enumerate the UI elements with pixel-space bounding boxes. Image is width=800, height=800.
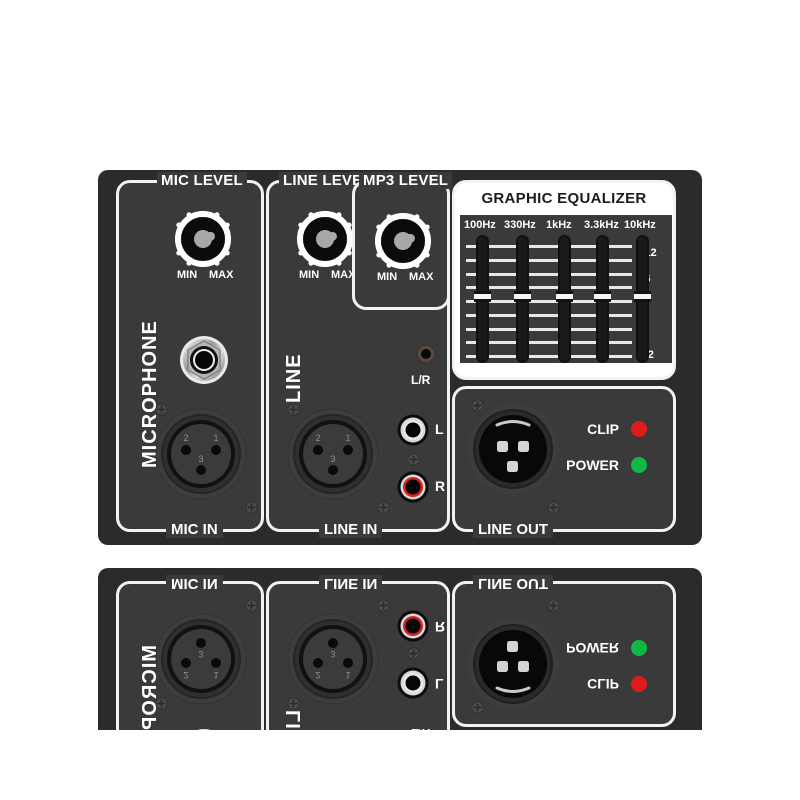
module-microphone-mirror: MIC LEVELMICROPHONE MINMAX xyxy=(116,575,264,730)
eq-freq-label-1: 330Hz xyxy=(504,219,536,231)
led-power xyxy=(631,457,647,473)
eq-freq-label-2: 1kHz xyxy=(546,219,572,231)
eq-freq-label-4: 10kHz xyxy=(624,219,656,231)
module-output-mirror: LINE OUT CLIP POWER xyxy=(452,575,676,727)
mic-trs-jack-mirror[interactable] xyxy=(179,728,229,730)
svg-text:2: 2 xyxy=(183,670,188,680)
equalizer-body: 100Hz330Hz1kHz3.3kHz10kHz+12+60-6-12 xyxy=(460,215,672,363)
led-label-power-mirror: POWER xyxy=(566,640,619,656)
line-screw-br xyxy=(377,501,390,519)
svg-text:2: 2 xyxy=(315,433,320,443)
line-out-label-mirror: LINE OUT xyxy=(473,575,553,592)
mp3-level-knob-max-label: MAX xyxy=(409,271,434,283)
line-in-label: LINE IN xyxy=(319,521,383,538)
rca-screw xyxy=(407,453,420,471)
line-in-xlr[interactable]: 2 1 3 xyxy=(287,408,379,500)
led-label-clip-mirror: CLIP xyxy=(587,676,619,692)
line-out-label: LINE OUT xyxy=(473,521,553,538)
mic-in-xlr-mirror[interactable]: 2 1 3 xyxy=(155,613,247,705)
led-label-clip: CLIP xyxy=(587,421,619,437)
led-clip-mirror xyxy=(631,676,647,692)
rca-right-label: R xyxy=(435,478,446,494)
eq-fader-knob-1[interactable] xyxy=(514,291,531,302)
eq-freq-label-0: 100Hz xyxy=(464,219,496,231)
rca-right-jack[interactable] xyxy=(397,471,429,503)
screenshot-root: MIC LEVEL MICROPHONE MIN MAX 2 1 3 MIC I… xyxy=(0,0,800,800)
mic-level-knob-max-label: MAX xyxy=(209,269,234,281)
rca-left-jack[interactable] xyxy=(397,414,429,446)
line-in-xlr-mirror[interactable]: 2 1 3 xyxy=(287,613,379,705)
svg-text:1: 1 xyxy=(213,433,218,443)
svg-text:3: 3 xyxy=(198,649,203,659)
line-lr-label-mirror: L/R xyxy=(411,726,430,730)
rca-right-jack-mirror[interactable] xyxy=(397,610,429,642)
svg-text:3: 3 xyxy=(198,454,203,464)
module-mp3: MP3 LEVEL MIN MAX xyxy=(352,172,453,310)
eq-fader-knob-2[interactable] xyxy=(556,291,573,302)
module-line-mirror: LINE LEVELLINE MINMAX L/R 2 1 3 L xyxy=(266,575,450,730)
led-label-power: POWER xyxy=(566,457,619,473)
module-microphone: MIC LEVEL MICROPHONE MIN MAX 2 1 3 MIC I… xyxy=(116,172,264,538)
eq-fader-knob-4[interactable] xyxy=(634,291,651,302)
line-out-xlr[interactable] xyxy=(467,403,559,495)
mic-trs-jack[interactable] xyxy=(179,335,229,385)
svg-text:2: 2 xyxy=(315,670,320,680)
svg-text:1: 1 xyxy=(345,670,350,680)
module-equalizer: GRAPHIC EQUALIZER 100Hz 330Hz 1kHz 3.3kHz 10k… xyxy=(452,180,676,380)
line-side-legend-mirror: LINE xyxy=(283,710,306,730)
equalizer-title: GRAPHIC EQUALIZER xyxy=(455,183,673,213)
module-output: LINE OUT CLIP POWER xyxy=(452,386,676,538)
mp3-level-title: MP3 LEVEL xyxy=(359,172,453,189)
rca-left-label: L xyxy=(435,421,444,437)
svg-text:1: 1 xyxy=(345,433,350,443)
led-clip xyxy=(631,421,647,437)
mic-level-title: MIC LEVEL xyxy=(157,172,247,189)
mixer-rear-panel-mirror: MIC LEVELMICROPHONE MINMAX xyxy=(98,568,702,730)
line-in-label-mirror: LINE IN xyxy=(319,575,383,592)
rca-right-label-mirror: R xyxy=(435,619,446,635)
line-screw-br-mirror xyxy=(377,594,390,612)
out-screw-br xyxy=(547,501,560,519)
out-screw-br-mirror xyxy=(547,594,560,612)
mic-level-knob[interactable] xyxy=(175,211,231,267)
line-side-legend: LINE xyxy=(283,353,305,403)
mic-screw-br xyxy=(245,501,258,519)
led-power-mirror xyxy=(631,640,647,656)
line-lr-mini-jack[interactable] xyxy=(415,343,437,365)
svg-text:1: 1 xyxy=(213,670,218,680)
mic-in-xlr[interactable]: 2 1 3 xyxy=(155,408,247,500)
line-lr-label: L/R xyxy=(411,373,431,387)
line-level-knob[interactable] xyxy=(297,211,353,267)
rca-left-jack-mirror[interactable] xyxy=(397,667,429,699)
rca-screw-mirror xyxy=(407,642,420,660)
mic-level-knob-min-label: MIN xyxy=(177,269,198,281)
panel-reflection: MIC LEVELMICROPHONE MINMAX xyxy=(0,568,800,730)
eq-freq-label-3: 3.3kHz xyxy=(584,219,619,231)
svg-text:2: 2 xyxy=(183,433,188,443)
mic-screw-br-mirror xyxy=(245,594,258,612)
eq-fader-knob-3[interactable] xyxy=(594,291,611,302)
mixer-rear-panel: MIC LEVEL MICROPHONE MIN MAX 2 1 3 MIC I… xyxy=(98,170,702,545)
line-level-knob-min-label: MIN xyxy=(299,269,320,281)
svg-text:3: 3 xyxy=(330,649,335,659)
mic-in-label-mirror: MIC IN xyxy=(166,575,223,592)
svg-text:3: 3 xyxy=(330,454,335,464)
rca-left-label-mirror: L xyxy=(435,676,444,692)
mp3-level-knob-min-label: MIN xyxy=(377,271,398,283)
mp3-level-knob[interactable] xyxy=(375,213,431,269)
line-out-xlr-mirror[interactable] xyxy=(467,618,559,710)
eq-fader-knob-0[interactable] xyxy=(474,291,491,302)
mic-in-label: MIC IN xyxy=(166,521,223,538)
